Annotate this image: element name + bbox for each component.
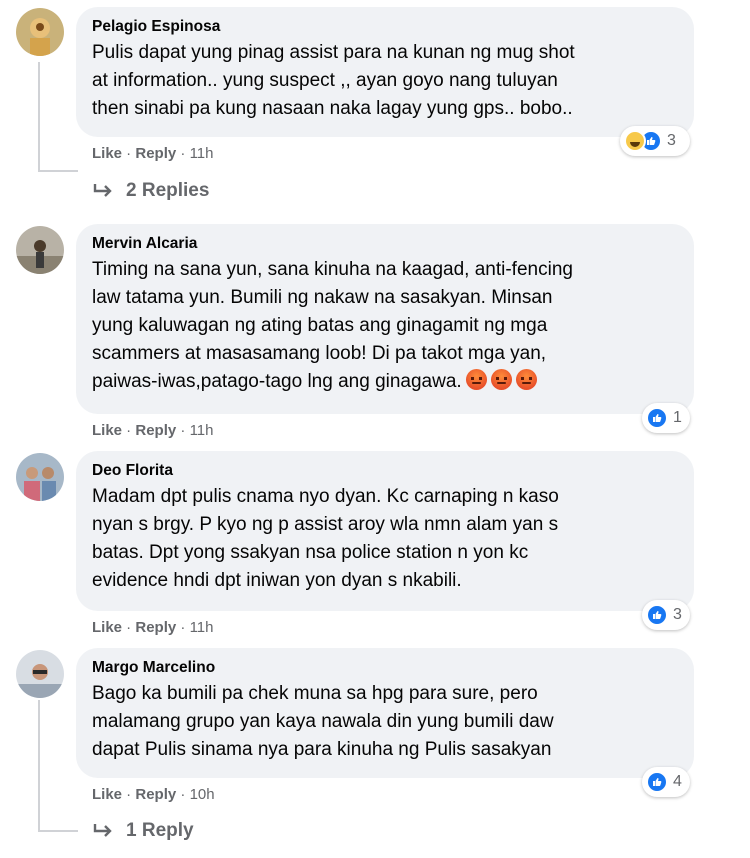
reply-link[interactable]: Reply: [135, 619, 176, 636]
like-icon: [646, 407, 668, 429]
comment-actions: Like · Reply · 11h: [92, 145, 214, 162]
angry-icon: [465, 369, 487, 390]
replies-label: 1 Reply: [126, 820, 194, 841]
comment-bubble: Margo Marcelino Bago ka bumili pa chek m…: [76, 648, 694, 778]
comment-bubble: Pelagio Espinosa Pulis dapat yung pinag …: [76, 7, 694, 137]
reaction-summary[interactable]: 1: [642, 403, 690, 433]
comment-author[interactable]: Pelagio Espinosa: [92, 17, 678, 37]
thread-line: [38, 62, 40, 172]
reply-arrow-icon: [93, 824, 112, 837]
comment-actions: Like · Reply · 10h: [92, 786, 215, 803]
comment-author[interactable]: Mervin Alcaria: [92, 234, 678, 254]
comment-time[interactable]: 11h: [190, 422, 214, 439]
comment-actions: Like · Reply · 11h: [92, 422, 214, 439]
angry-icon: [490, 369, 512, 390]
like-link[interactable]: Like: [92, 619, 122, 636]
reaction-count: 4: [673, 773, 682, 790]
reply-link[interactable]: Reply: [135, 786, 176, 803]
comment-time[interactable]: 10h: [190, 786, 215, 803]
angry-icon: [515, 369, 537, 390]
comment-text: Timing na sana yun, sana kinuha na kaaga…: [92, 256, 678, 396]
reply-link[interactable]: Reply: [135, 422, 176, 439]
comment-time[interactable]: 11h: [190, 145, 214, 162]
comment-actions: Like · Reply · 11h: [92, 619, 214, 636]
like-icon: [646, 604, 668, 626]
comment-author[interactable]: Deo Florita: [92, 461, 678, 481]
haha-icon: [624, 130, 646, 152]
replies-label: 2 Replies: [126, 180, 210, 201]
reaction-summary[interactable]: 3: [620, 126, 690, 156]
comment-time[interactable]: 11h: [190, 619, 214, 636]
avatar[interactable]: [16, 8, 64, 56]
reaction-count: 3: [673, 606, 682, 623]
thread-line: [38, 700, 40, 830]
comment-text: Madam dpt pulis cnama nyo dyan. Kc carna…: [92, 486, 559, 591]
like-icon: [646, 771, 668, 793]
reply-link[interactable]: Reply: [135, 145, 176, 162]
reaction-count: 1: [673, 409, 682, 426]
comment-author[interactable]: Margo Marcelino: [92, 658, 678, 678]
reaction-count: 3: [667, 132, 676, 149]
avatar[interactable]: [16, 453, 64, 501]
like-link[interactable]: Like: [92, 786, 122, 803]
thread-line: [38, 170, 78, 172]
like-link[interactable]: Like: [92, 422, 122, 439]
avatar[interactable]: [16, 226, 64, 274]
comment-bubble: Mervin Alcaria Timing na sana yun, sana …: [76, 224, 694, 414]
thread-line: [38, 830, 78, 832]
avatar[interactable]: [16, 650, 64, 698]
view-replies-link[interactable]: 1 Reply: [92, 820, 194, 842]
reaction-summary[interactable]: 4: [642, 767, 690, 797]
reply-arrow-icon: [93, 184, 112, 197]
comment-bubble: Deo Florita Madam dpt pulis cnama nyo dy…: [76, 451, 694, 611]
like-link[interactable]: Like: [92, 145, 122, 162]
comment-text: Pulis dapat yung pinag assist para na ku…: [92, 42, 575, 119]
reaction-summary[interactable]: 3: [642, 600, 690, 630]
comment-text: Bago ka bumili pa chek muna sa hpg para …: [92, 683, 554, 760]
view-replies-link[interactable]: 2 Replies: [92, 180, 209, 202]
